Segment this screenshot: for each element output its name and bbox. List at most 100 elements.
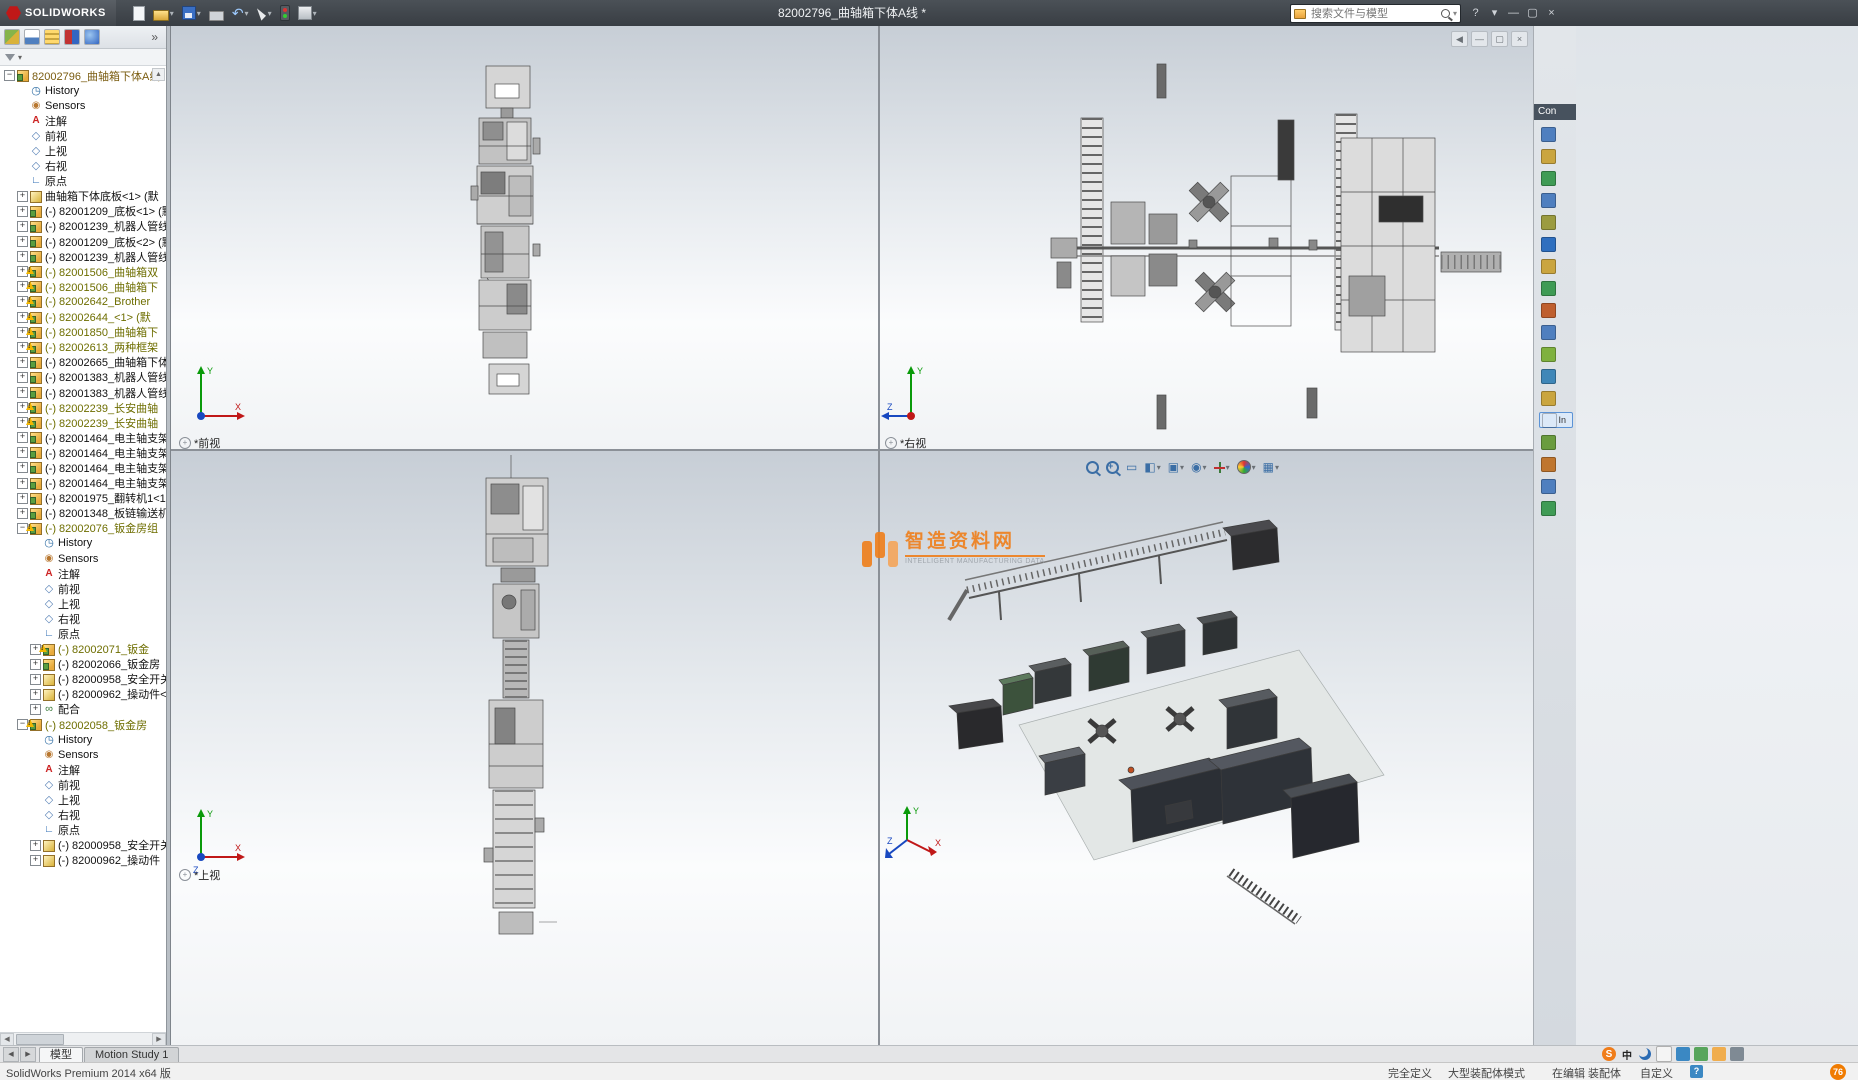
tree-item[interactable]: 原点: [0, 626, 166, 641]
search-icon[interactable]: [1440, 9, 1450, 18]
expand-panel-chevron[interactable]: »: [147, 30, 162, 44]
tree-item[interactable]: + (-) 82000962_操动件<: [0, 687, 166, 702]
tree-expander[interactable]: +: [17, 220, 28, 232]
tree-item[interactable]: + (-) 82001383_机器人管线: [0, 370, 166, 385]
restore-doc-button[interactable]: ▢: [1491, 31, 1508, 47]
open-button[interactable]: ▾: [150, 4, 177, 23]
tree-item[interactable]: + (-) 82001975_翻转机1<1: [0, 491, 166, 506]
tree-item[interactable]: + (-) 82001383_机器人管线: [0, 385, 166, 400]
rebuild-button[interactable]: ▾: [277, 3, 293, 23]
sogou-input-icon[interactable]: S: [1602, 1047, 1616, 1061]
tree-item[interactable]: + (-) 82002239_长安曲轴: [0, 415, 166, 430]
lang-tool-4-icon[interactable]: [1712, 1047, 1726, 1061]
tree-item[interactable]: + (-) 82001209_底板<2> (默: [0, 234, 166, 249]
tree-item[interactable]: 原点: [0, 823, 166, 838]
tree-horizontal-scrollbar[interactable]: ◀ ▶: [0, 1032, 166, 1046]
lang-tool-1-icon[interactable]: [1656, 1046, 1672, 1062]
tree-expander[interactable]: +: [17, 356, 28, 368]
tree-expander[interactable]: −: [4, 70, 15, 82]
help-button[interactable]: ?: [1467, 5, 1484, 22]
tree-item[interactable]: + (-) 82001209_底板<1> (默: [0, 204, 166, 219]
tree-item[interactable]: 上视: [0, 143, 166, 158]
tree-item[interactable]: + (-) 82001464_电主轴支架: [0, 445, 166, 460]
viewport-front[interactable]: Y X + *前视: [171, 26, 879, 450]
tree-item[interactable]: − 82002796_曲轴箱下体A线: [0, 68, 166, 83]
scrollbar-thumb[interactable]: [16, 1033, 64, 1045]
tree-item[interactable]: + (-) 82001506_曲轴箱双: [0, 264, 166, 279]
tab-propertymanager[interactable]: [24, 29, 40, 45]
notification-badge[interactable]: 76: [1830, 1064, 1846, 1080]
options-button[interactable]: ▾: [295, 4, 320, 22]
tree-expander[interactable]: +: [17, 507, 28, 519]
task-icon-16[interactable]: [1539, 456, 1573, 472]
tree-expander[interactable]: +: [17, 251, 28, 263]
close-button[interactable]: ×: [1543, 5, 1560, 22]
tree-item[interactable]: 注解: [0, 113, 166, 128]
task-icon-9[interactable]: [1539, 302, 1573, 318]
tab-motion-study[interactable]: Motion Study 1: [84, 1047, 180, 1063]
save-button[interactable]: ▾: [179, 4, 204, 22]
tree-item[interactable]: History: [0, 83, 166, 98]
tab-configurationmanager[interactable]: [44, 29, 60, 45]
undo-button[interactable]: ▾: [229, 4, 252, 23]
tree-expander[interactable]: +: [30, 673, 41, 685]
task-icon-11[interactable]: [1539, 346, 1573, 362]
task-icon-8[interactable]: [1539, 280, 1573, 296]
help-info-icon[interactable]: ?: [1690, 1065, 1703, 1078]
tree-item[interactable]: + (-) 82001850_曲轴箱下: [0, 325, 166, 340]
close-doc-button[interactable]: ×: [1511, 31, 1528, 47]
tree-item[interactable]: + (-) 82002613_两种框架: [0, 340, 166, 355]
tree-item[interactable]: + (-) 82002644_<1> (默: [0, 310, 166, 325]
tree-item[interactable]: − (-) 82002058_钣金房: [0, 717, 166, 732]
tree-expander[interactable]: +: [17, 190, 28, 202]
tree-item[interactable]: + (-) 82002071_钣金: [0, 642, 166, 657]
customize-menu[interactable]: 自定义: [1640, 1065, 1673, 1080]
tree-vertical-scrollbar[interactable]: ▲: [152, 66, 166, 1032]
tree-expander[interactable]: +: [30, 854, 41, 866]
tree-item[interactable]: + (-) 82001239_机器人管线: [0, 249, 166, 264]
task-icon-10[interactable]: [1539, 324, 1573, 340]
search-input[interactable]: [1309, 6, 1438, 21]
tree-item[interactable]: + 配合: [0, 702, 166, 717]
maximize-button[interactable]: ▢: [1524, 5, 1541, 22]
tree-item[interactable]: 右视: [0, 159, 166, 174]
tree-item[interactable]: + (-) 82000962_操动件: [0, 853, 166, 868]
lang-tool-2-icon[interactable]: [1676, 1047, 1690, 1061]
new-document-button[interactable]: ▾: [130, 4, 148, 23]
tree-item[interactable]: 上视: [0, 596, 166, 611]
scroll-tabs-left-button[interactable]: ◀: [3, 1047, 19, 1062]
lang-tool-5-icon[interactable]: [1730, 1047, 1744, 1061]
moon-icon[interactable]: [1638, 1047, 1652, 1061]
tree-expander[interactable]: +: [30, 703, 41, 715]
tree-item[interactable]: + (-) 82002642_Brother: [0, 294, 166, 309]
tree-item[interactable]: History: [0, 536, 166, 551]
print-button[interactable]: ▾: [206, 4, 227, 23]
tree-item[interactable]: Sensors: [0, 551, 166, 566]
tab-model[interactable]: 模型: [39, 1047, 83, 1063]
task-icon-5[interactable]: [1539, 214, 1573, 230]
tree-item[interactable]: History: [0, 732, 166, 747]
tree-item[interactable]: 前视: [0, 581, 166, 596]
tree-item[interactable]: 上视: [0, 793, 166, 808]
task-icon-1[interactable]: [1539, 126, 1573, 142]
tree-item[interactable]: − (-) 82002076_钣金房组: [0, 521, 166, 536]
tree-item[interactable]: + (-) 82001506_曲轴箱下: [0, 279, 166, 294]
task-icon-3[interactable]: [1539, 170, 1573, 186]
tree-expander[interactable]: +: [17, 477, 28, 489]
task-icon-4[interactable]: [1539, 192, 1573, 208]
tree-item[interactable]: + (-) 82001348_板链输送机: [0, 506, 166, 521]
chinese-lang-icon[interactable]: 中: [1620, 1047, 1634, 1062]
tree-item[interactable]: Sensors: [0, 747, 166, 762]
tree-expander[interactable]: +: [30, 839, 41, 851]
search-box[interactable]: ▾: [1290, 4, 1461, 23]
tree-item[interactable]: + (-) 82002066_钣金房: [0, 657, 166, 672]
select-tool-button[interactable]: ▾: [254, 4, 275, 22]
task-icon-6[interactable]: [1539, 236, 1573, 252]
tree-item[interactable]: + (-) 82002239_长安曲轴: [0, 400, 166, 415]
scroll-left-arrow[interactable]: ◀: [0, 1032, 14, 1046]
tree-item[interactable]: 原点: [0, 174, 166, 189]
tree-expander[interactable]: +: [30, 658, 41, 670]
viewport-top[interactable]: Y X Z + *上视: [171, 450, 879, 1045]
task-icon-12[interactable]: [1539, 368, 1573, 384]
tree-item[interactable]: + (-) 82000958_安全开关: [0, 838, 166, 853]
